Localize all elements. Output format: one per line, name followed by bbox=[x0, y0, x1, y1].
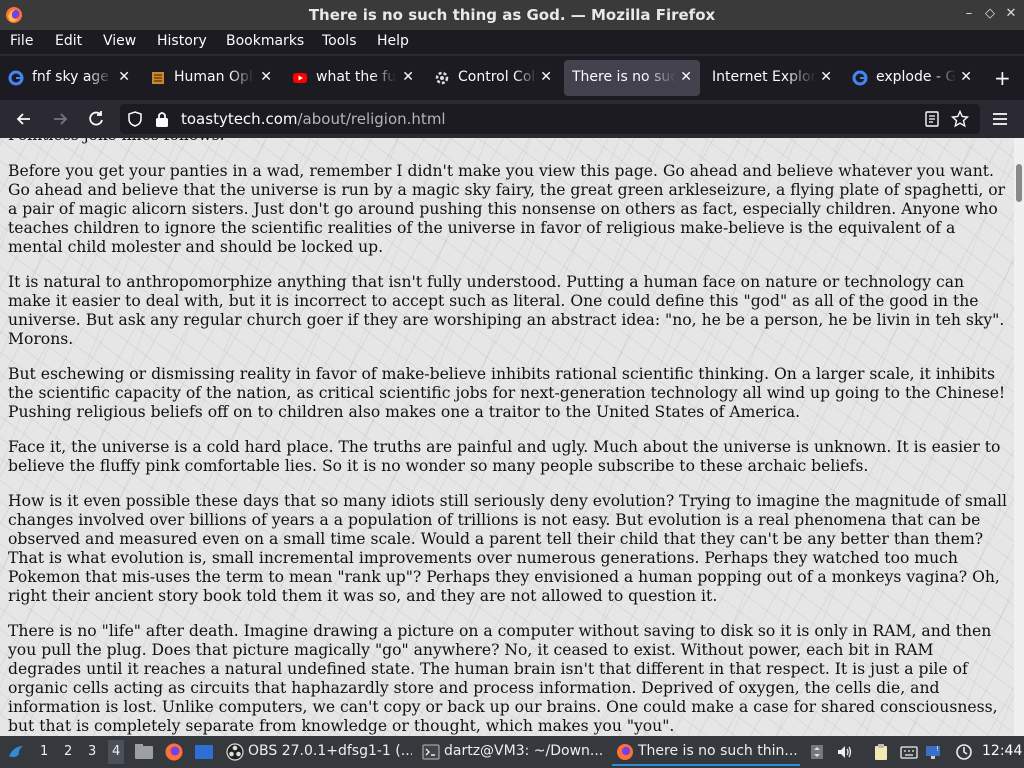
clock: 12:44 bbox=[982, 743, 1023, 759]
menu-view[interactable]: View bbox=[103, 33, 136, 49]
tab-label: explode - Go bbox=[876, 69, 956, 85]
tab-label: Human Oph bbox=[174, 69, 254, 85]
google-icon bbox=[8, 70, 24, 86]
updates-icon[interactable] bbox=[955, 743, 973, 761]
partial-line: Pointless joke lines follows. bbox=[8, 138, 1008, 145]
close-button[interactable]: ✕ bbox=[1002, 5, 1020, 23]
tab-label: fnf sky age - bbox=[32, 69, 112, 85]
obs-icon bbox=[226, 743, 244, 761]
url-text[interactable]: toastytech.com/about/religion.html bbox=[181, 110, 446, 128]
close-icon[interactable]: ✕ bbox=[680, 69, 692, 85]
menu-bookmarks[interactable]: Bookmarks bbox=[226, 33, 304, 49]
window-title: There is no such thing as God. — Mozilla… bbox=[308, 6, 716, 24]
workspace-2[interactable]: 2 bbox=[64, 744, 72, 759]
taskbar-item-firefox[interactable]: There is no such thin... bbox=[612, 738, 800, 766]
menu-file[interactable]: File bbox=[10, 33, 33, 49]
window-icon[interactable] bbox=[194, 743, 214, 761]
youtube-icon bbox=[293, 73, 307, 83]
page-content: Pointless joke lines follows. Before you… bbox=[0, 138, 1014, 736]
scroll-indicator-icon[interactable] bbox=[808, 743, 826, 761]
hamburger-menu-icon[interactable] bbox=[990, 109, 1010, 129]
tab[interactable]: explode - Go ✕ bbox=[844, 60, 980, 96]
reload-icon[interactable] bbox=[86, 109, 106, 129]
back-icon[interactable] bbox=[14, 109, 34, 129]
menu-edit[interactable]: Edit bbox=[55, 33, 82, 49]
keyboard-icon[interactable] bbox=[900, 743, 918, 761]
tab[interactable]: Internet Explore ✕ bbox=[704, 60, 840, 96]
network-icon[interactable]: ! bbox=[924, 743, 942, 761]
new-tab-button[interactable]: + bbox=[994, 66, 1011, 90]
url-bar[interactable]: toastytech.com/about/religion.html bbox=[120, 104, 980, 134]
paragraph: How is it even possible these days that … bbox=[8, 492, 1007, 605]
tab[interactable]: what the fuc ✕ bbox=[284, 60, 422, 96]
close-icon[interactable]: ✕ bbox=[540, 69, 552, 85]
task-label: OBS 27.0.1+dfsg1-1 (... bbox=[248, 743, 412, 759]
file-manager-icon[interactable] bbox=[134, 743, 154, 761]
url-path: /about/religion.html bbox=[297, 110, 446, 128]
url-host: toastytech.com bbox=[181, 110, 298, 128]
paragraph: Before you get your panties in a wad, re… bbox=[8, 162, 1006, 256]
tab[interactable]: fnf sky age - ✕ bbox=[0, 60, 138, 96]
workspace-1[interactable]: 1 bbox=[40, 744, 48, 759]
tab-bar: fnf sky age - ✕ Human Oph ✕ what the fuc… bbox=[0, 56, 1024, 100]
workspace-4[interactable]: 4 bbox=[108, 740, 125, 764]
navigation-bar: toastytech.com/about/religion.html bbox=[0, 100, 1024, 138]
menu-help[interactable]: Help bbox=[377, 33, 409, 49]
task-label: dartz@VM3: ~/Down... bbox=[444, 743, 604, 759]
google-icon bbox=[852, 70, 868, 86]
minimize-button[interactable]: – bbox=[960, 5, 978, 23]
terminal-icon bbox=[422, 744, 440, 760]
reader-view-icon[interactable] bbox=[924, 111, 940, 127]
tab-label: Control Colla bbox=[458, 69, 538, 85]
paragraph: But eschewing or dismissing reality in f… bbox=[8, 365, 1006, 421]
start-menu-icon[interactable] bbox=[6, 742, 26, 762]
lock-icon[interactable] bbox=[154, 110, 170, 128]
firefox-icon bbox=[617, 744, 633, 760]
tab[interactable]: Control Colla ✕ bbox=[426, 60, 560, 96]
task-label: There is no such thin... bbox=[638, 743, 798, 759]
menu-tools[interactable]: Tools bbox=[322, 33, 357, 49]
paragraph: There is no "life" after death. Imagine … bbox=[8, 622, 998, 735]
taskbar: 1 2 3 4 OBS 27.0.1+dfsg1-1 (... dartz@VM… bbox=[0, 736, 1024, 768]
shield-icon[interactable] bbox=[126, 110, 144, 128]
site-icon bbox=[152, 72, 164, 84]
forward-icon[interactable] bbox=[50, 109, 70, 129]
workspace-3[interactable]: 3 bbox=[88, 744, 96, 759]
close-icon[interactable]: ✕ bbox=[260, 69, 272, 85]
clipboard-icon[interactable] bbox=[872, 743, 890, 761]
svg-text:!: ! bbox=[936, 745, 939, 753]
gear-icon bbox=[435, 71, 449, 85]
menu-history[interactable]: History bbox=[157, 33, 207, 49]
menu-bar: File Edit View History Bookmarks Tools H… bbox=[0, 30, 1024, 54]
volume-icon[interactable] bbox=[836, 743, 854, 761]
close-icon[interactable]: ✕ bbox=[118, 69, 130, 85]
close-icon[interactable]: ✕ bbox=[402, 69, 414, 85]
maximize-button[interactable]: ◇ bbox=[981, 5, 999, 23]
tab-label: There is no suc bbox=[572, 69, 676, 85]
close-icon[interactable]: ✕ bbox=[820, 69, 832, 85]
tab[interactable]: Human Oph ✕ bbox=[142, 60, 280, 96]
tab-active[interactable]: There is no suc ✕ bbox=[564, 60, 700, 96]
paragraph: It is natural to anthropomorphize anythi… bbox=[8, 273, 1005, 348]
window-titlebar: There is no such thing as God. — Mozilla… bbox=[0, 0, 1024, 30]
tab-label: what the fuc bbox=[316, 69, 396, 85]
bookmark-star-icon[interactable] bbox=[951, 110, 969, 128]
firefox-launcher-icon[interactable] bbox=[164, 742, 184, 762]
tab-label: Internet Explore bbox=[712, 69, 816, 85]
paragraph: Face it, the universe is a cold hard pla… bbox=[8, 438, 1001, 475]
taskbar-item-obs[interactable]: OBS 27.0.1+dfsg1-1 (... bbox=[222, 738, 412, 766]
scrollbar-thumb[interactable] bbox=[1016, 164, 1022, 202]
taskbar-item-terminal[interactable]: dartz@VM3: ~/Down... bbox=[418, 738, 608, 766]
vertical-scrollbar[interactable] bbox=[1014, 138, 1024, 736]
close-icon[interactable]: ✕ bbox=[960, 69, 972, 85]
